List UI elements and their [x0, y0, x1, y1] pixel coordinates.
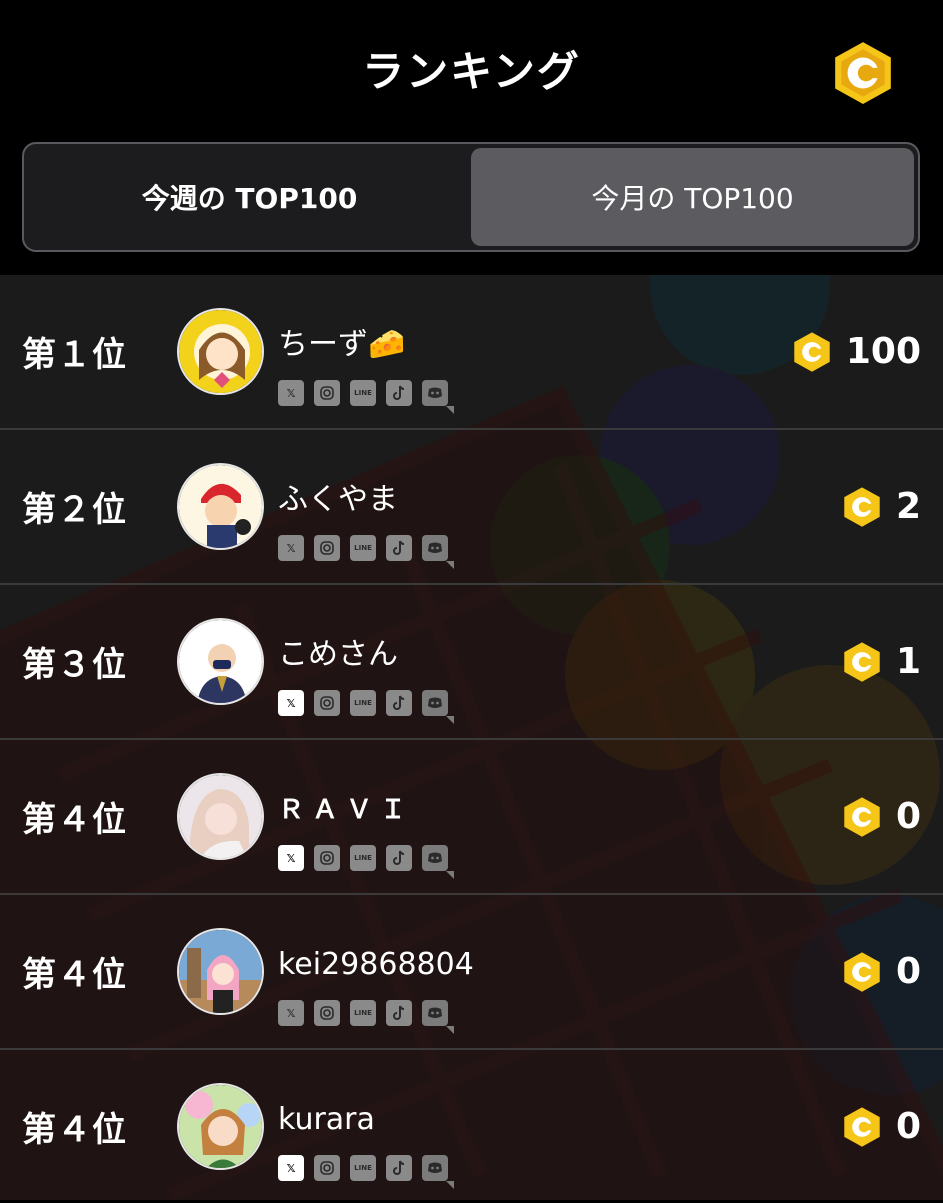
instagram-icon[interactable] [314, 380, 340, 406]
instagram-icon[interactable] [314, 690, 340, 716]
instagram-icon[interactable] [314, 1155, 340, 1181]
x-icon[interactable]: 𝕏 [278, 845, 304, 871]
social-links: 𝕏 LINE [278, 845, 454, 879]
coin-c-icon [794, 331, 830, 372]
instagram-icon[interactable] [314, 845, 340, 871]
discord-icon[interactable] [422, 535, 454, 569]
user-name[interactable]: kurara [278, 1102, 375, 1138]
x-icon[interactable]: 𝕏 [278, 380, 304, 406]
rank-label: 第２位 [22, 490, 127, 530]
score-value: 0 [895, 951, 921, 992]
user-name[interactable]: ＲＡＶＩ [278, 792, 414, 828]
social-links: 𝕏 LINE [278, 1155, 454, 1189]
social-links: 𝕏 LINE [278, 380, 454, 414]
ranking-row[interactable]: 第３位 こめさん 𝕏 LINE 1 [0, 585, 943, 740]
discord-icon[interactable] [422, 380, 454, 414]
tiktok-icon[interactable] [386, 1000, 412, 1026]
page-title: ランキング [362, 47, 581, 96]
user-name[interactable]: ちーず🧀 [278, 327, 405, 363]
tab-weekly-top100[interactable]: 今週の TOP100 [28, 148, 471, 246]
discord-icon[interactable] [422, 1000, 454, 1034]
x-icon[interactable]: 𝕏 [278, 1155, 304, 1181]
ranking-row[interactable]: 第４位 kurara 𝕏 LINE 0 [0, 1050, 943, 1203]
instagram-icon[interactable] [314, 1000, 340, 1026]
score: 2 [842, 430, 921, 583]
coin-c-icon [844, 641, 880, 682]
discord-icon[interactable] [422, 690, 454, 724]
tiktok-icon[interactable] [386, 380, 412, 406]
tiktok-icon[interactable] [386, 690, 412, 716]
x-icon[interactable]: 𝕏 [278, 1000, 304, 1026]
ranking-row[interactable]: 第４位 ＲＡＶＩ 𝕏 LINE 0 [0, 740, 943, 895]
user-name[interactable]: kei29868804 [278, 947, 474, 983]
coin-c-icon [844, 486, 880, 527]
score-value: 0 [895, 1106, 921, 1147]
tab-monthly-top100[interactable]: 今月の TOP100 [471, 148, 914, 246]
ranking-row[interactable]: 第２位 ふくやま 𝕏 LINE 2 [0, 430, 943, 585]
social-links: 𝕏 LINE [278, 690, 454, 724]
ranking-list: 第１位 ちーず🧀 𝕏 LINE 100 第２位 ふくやま 𝕏 LINE 2 第３… [0, 275, 943, 1203]
instagram-icon[interactable] [314, 535, 340, 561]
line-icon[interactable]: LINE [350, 1155, 376, 1181]
score: 0 [842, 895, 921, 1048]
score-value: 100 [845, 331, 921, 372]
discord-icon[interactable] [422, 845, 454, 879]
header: ランキング 今週の TOP100 今月の TOP100 [0, 0, 943, 275]
rank-label: 第４位 [22, 800, 127, 840]
tiktok-icon[interactable] [386, 1155, 412, 1181]
period-segmented-control: 今週の TOP100 今月の TOP100 [22, 142, 920, 252]
discord-icon[interactable] [422, 1155, 454, 1189]
ranking-row[interactable]: 第４位 kei29868804 𝕏 LINE 0 [0, 895, 943, 1050]
avatar[interactable] [177, 928, 264, 1015]
avatar[interactable] [177, 773, 264, 860]
ranking-row[interactable]: 第１位 ちーず🧀 𝕏 LINE 100 [0, 275, 943, 430]
line-icon[interactable]: LINE [350, 1000, 376, 1026]
avatar[interactable] [177, 1083, 264, 1170]
rank-label: 第４位 [22, 955, 127, 995]
social-links: 𝕏 LINE [278, 535, 454, 569]
avatar[interactable] [177, 463, 264, 550]
line-icon[interactable]: LINE [350, 690, 376, 716]
x-icon[interactable]: 𝕏 [278, 690, 304, 716]
tiktok-icon[interactable] [386, 845, 412, 871]
score: 0 [842, 1050, 921, 1203]
user-name[interactable]: ふくやま [278, 482, 398, 518]
score: 100 [792, 275, 921, 428]
score-value: 0 [895, 796, 921, 837]
x-icon[interactable]: 𝕏 [278, 535, 304, 561]
social-links: 𝕏 LINE [278, 1000, 454, 1034]
tiktok-icon[interactable] [386, 535, 412, 561]
avatar[interactable] [177, 618, 264, 705]
rank-label: 第４位 [22, 1110, 127, 1150]
rank-label: 第３位 [22, 645, 127, 685]
score: 1 [842, 585, 921, 738]
coin-c-icon [844, 796, 880, 837]
avatar[interactable] [177, 308, 264, 395]
coin-c-icon [844, 951, 880, 992]
line-icon[interactable]: LINE [350, 845, 376, 871]
user-name[interactable]: こめさん [278, 637, 398, 673]
score: 0 [842, 740, 921, 893]
line-icon[interactable]: LINE [350, 535, 376, 561]
rank-label: 第１位 [22, 335, 127, 375]
coin-c-icon[interactable] [832, 40, 894, 106]
coin-c-icon [844, 1106, 880, 1147]
score-value: 1 [895, 641, 921, 682]
line-icon[interactable]: LINE [350, 380, 376, 406]
score-value: 2 [895, 486, 921, 527]
